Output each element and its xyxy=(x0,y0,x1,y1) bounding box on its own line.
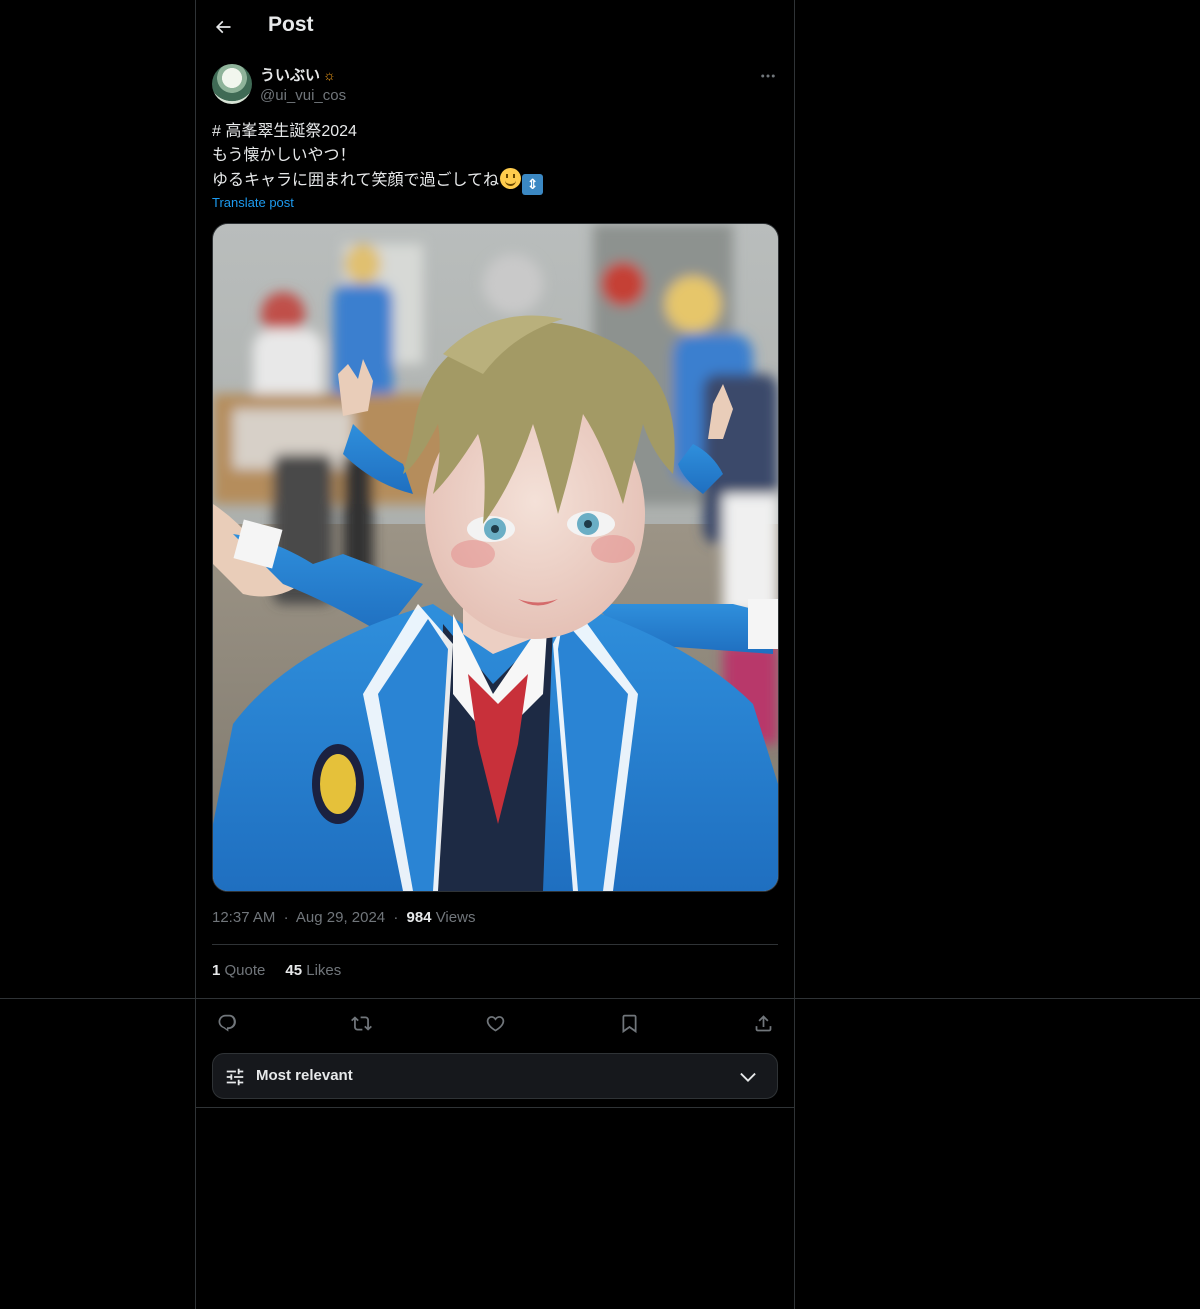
more-options-button[interactable] xyxy=(756,64,780,88)
sliders-icon xyxy=(226,1068,244,1086)
more-dots-icon xyxy=(761,74,775,78)
share-button[interactable] xyxy=(748,1008,778,1038)
meta-separator-2: · xyxy=(393,909,399,926)
page: Post ういぶい ☼ @ui_vui_cos # 高峯翠生誕祭2024 もう懐… xyxy=(0,0,1200,1309)
quotes-stat[interactable]: 1 Quote xyxy=(212,962,265,979)
back-button[interactable] xyxy=(208,10,238,44)
likes-stat[interactable]: 45 Likes xyxy=(285,962,341,979)
quotes-count: 1 xyxy=(212,962,221,979)
like-icon xyxy=(486,1015,504,1032)
action-bar xyxy=(212,1008,778,1038)
post-line: もう懐かしいやつ！ xyxy=(212,147,356,164)
share-icon xyxy=(755,1014,771,1031)
up-down-arrow-emoji-icon: ⇕ xyxy=(522,174,544,195)
replies-divider xyxy=(195,1107,795,1108)
sort-label: Most relevant xyxy=(256,1067,353,1084)
post-meta: 12:37 AM · Aug 29, 2024 · 984 Views xyxy=(212,909,475,926)
avatar[interactable] xyxy=(212,64,252,104)
smile-emoji-icon xyxy=(500,168,522,189)
cosplay-photo xyxy=(213,224,778,891)
repost-button[interactable] xyxy=(346,1008,376,1038)
display-name-text: ういぶい xyxy=(260,67,321,84)
post-column: Post ういぶい ☼ @ui_vui_cos # 高峯翠生誕祭2024 もう懐… xyxy=(195,0,795,1309)
reply-button[interactable] xyxy=(212,1008,242,1038)
chevron-down-icon xyxy=(740,1072,756,1082)
views-label: Views xyxy=(435,909,476,926)
post-image[interactable] xyxy=(212,223,779,892)
back-arrow-icon xyxy=(215,20,231,34)
sun-emoji-icon: ☼ xyxy=(323,66,336,83)
reply-icon xyxy=(218,1014,236,1032)
likes-count: 45 xyxy=(285,962,303,979)
bookmark-button[interactable] xyxy=(614,1008,644,1038)
post-stats: 1 Quote 45 Likes xyxy=(212,962,341,979)
translate-post-link[interactable]: Translate post xyxy=(212,195,294,210)
divider-top xyxy=(212,944,778,945)
likes-label: Likes xyxy=(306,962,342,979)
header: Post xyxy=(196,0,794,54)
post-line-last: ゆるキャラに囲まれて笑顔で過ごしてね ⇕ xyxy=(212,168,778,195)
views-count: 984 xyxy=(406,909,432,926)
post-time[interactable]: 12:37 AM xyxy=(212,909,275,926)
post-date[interactable]: Aug 29, 2024 xyxy=(296,909,385,926)
quotes-label: Quote xyxy=(224,962,266,979)
post-line-hashtag: # 高峯翠生誕祭2024 xyxy=(212,123,357,140)
repost-icon xyxy=(350,1015,372,1031)
reply-sort-dropdown[interactable]: Most relevant xyxy=(212,1053,778,1099)
author-name[interactable]: ういぶい ☼ xyxy=(260,64,336,85)
meta-separator: · xyxy=(283,909,289,926)
like-button[interactable] xyxy=(480,1008,510,1038)
author-handle[interactable]: @ui_vui_cos xyxy=(260,87,346,104)
page-title: Post xyxy=(268,13,314,36)
bookmark-icon xyxy=(622,1014,636,1033)
post-line-text: ゆるキャラに囲まれて笑顔で過ごしてね xyxy=(212,172,500,189)
post-text: # 高峯翠生誕祭2024 もう懐かしいやつ！ ゆるキャラに囲まれて笑顔で過ごして… xyxy=(212,120,778,195)
